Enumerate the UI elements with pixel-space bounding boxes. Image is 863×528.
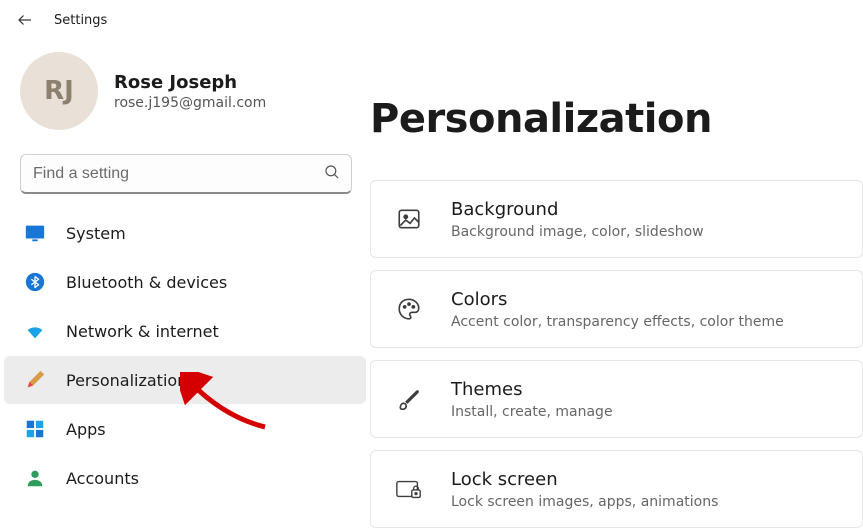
search-box[interactable] bbox=[20, 154, 352, 194]
sidebar: RJ Rose Joseph rose.j195@gmail.com Syste… bbox=[0, 34, 370, 524]
card-background[interactable]: Background Background image, color, slid… bbox=[370, 180, 863, 258]
arrow-left-icon bbox=[16, 11, 34, 29]
sidebar-item-label: Personalization bbox=[66, 371, 187, 390]
avatar: RJ bbox=[20, 52, 98, 130]
sidebar-item-network[interactable]: Network & internet bbox=[4, 307, 366, 355]
card-title: Themes bbox=[451, 378, 613, 401]
card-title: Colors bbox=[451, 288, 784, 311]
person-icon bbox=[24, 467, 46, 489]
wifi-icon bbox=[24, 320, 46, 342]
sidebar-item-label: Apps bbox=[66, 420, 106, 439]
card-title: Background bbox=[451, 198, 704, 221]
image-icon bbox=[395, 206, 423, 232]
system-icon bbox=[24, 222, 46, 244]
sidebar-item-bluetooth[interactable]: Bluetooth & devices bbox=[4, 258, 366, 306]
sidebar-item-personalization[interactable]: Personalization bbox=[4, 356, 366, 404]
bluetooth-icon bbox=[24, 271, 46, 293]
paintbrush-icon bbox=[24, 369, 46, 391]
titlebar: Settings bbox=[0, 0, 863, 34]
nav-list: System Bluetooth & devices Network & int… bbox=[0, 209, 370, 502]
apps-icon bbox=[24, 418, 46, 440]
card-desc: Lock screen images, apps, animations bbox=[451, 494, 718, 510]
sidebar-item-accounts[interactable]: Accounts bbox=[4, 454, 366, 502]
profile-name: Rose Joseph bbox=[114, 71, 266, 94]
palette-icon bbox=[395, 296, 423, 322]
profile-email: rose.j195@gmail.com bbox=[114, 95, 266, 111]
app-title: Settings bbox=[54, 13, 107, 28]
brush-icon bbox=[395, 386, 423, 412]
card-desc: Install, create, manage bbox=[451, 404, 613, 420]
card-desc: Accent color, transparency effects, colo… bbox=[451, 314, 784, 330]
search-icon bbox=[323, 163, 341, 185]
card-colors[interactable]: Colors Accent color, transparency effect… bbox=[370, 270, 863, 348]
sidebar-item-label: Network & internet bbox=[66, 322, 219, 341]
card-desc: Background image, color, slideshow bbox=[451, 224, 704, 240]
sidebar-item-apps[interactable]: Apps bbox=[4, 405, 366, 453]
card-lockscreen[interactable]: Lock screen Lock screen images, apps, an… bbox=[370, 450, 863, 528]
search-input[interactable] bbox=[31, 164, 323, 184]
card-title: Lock screen bbox=[451, 468, 718, 491]
back-button[interactable] bbox=[14, 9, 36, 31]
sidebar-item-label: System bbox=[66, 224, 126, 243]
sidebar-item-label: Accounts bbox=[66, 469, 139, 488]
sidebar-item-label: Bluetooth & devices bbox=[66, 273, 227, 292]
page-title: Personalization bbox=[370, 96, 863, 142]
sidebar-item-system[interactable]: System bbox=[4, 209, 366, 257]
lock-screen-icon bbox=[395, 476, 423, 502]
profile-section[interactable]: RJ Rose Joseph rose.j195@gmail.com bbox=[0, 52, 370, 154]
card-themes[interactable]: Themes Install, create, manage bbox=[370, 360, 863, 438]
content-area: Personalization Background Background im… bbox=[370, 34, 863, 524]
